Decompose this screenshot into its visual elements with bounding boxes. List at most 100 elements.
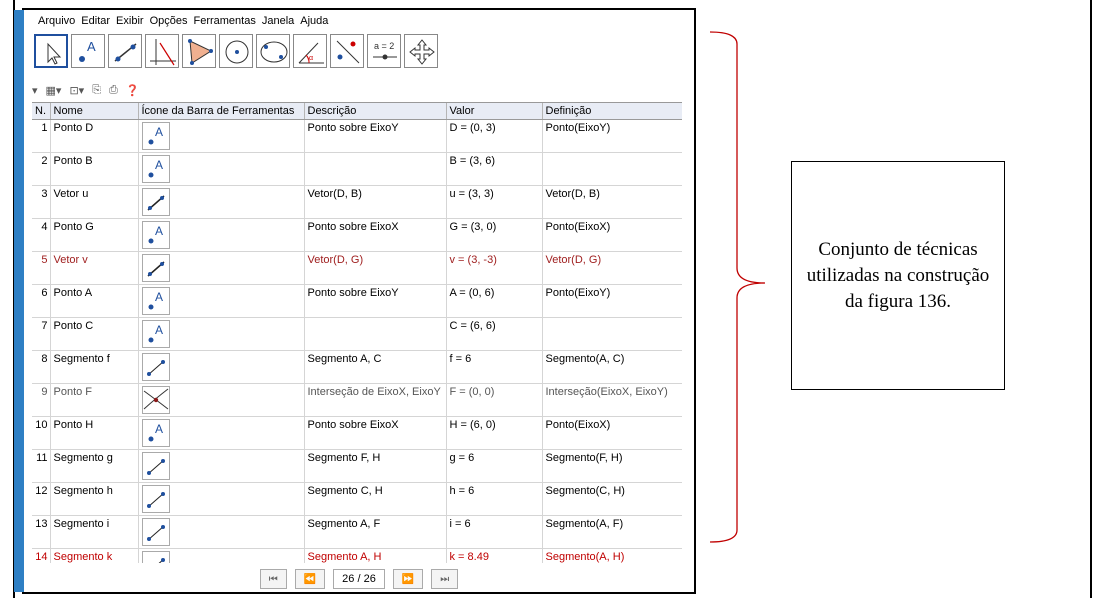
column-header[interactable]: Ícone da Barra de Ferramentas xyxy=(138,103,305,120)
curly-brace xyxy=(709,31,766,543)
row-name: Ponto F xyxy=(50,383,139,417)
row-number: 12 xyxy=(32,482,51,516)
collapse-arrow-icon[interactable]: ▾ xyxy=(32,84,38,97)
row-number: 10 xyxy=(32,416,51,450)
row-name: Ponto H xyxy=(50,416,139,450)
row-tool-icon xyxy=(138,449,305,483)
filter-icon[interactable]: ⊡▾ xyxy=(69,84,84,97)
column-header[interactable]: Valor xyxy=(446,103,543,120)
menu-item-janela[interactable]: Janela xyxy=(262,15,294,27)
row-definition: Ponto(EixoY) xyxy=(542,119,682,153)
menu-item-arquivo[interactable]: Arquivo xyxy=(38,15,75,27)
row-definition: Segmento(A, H) xyxy=(542,548,682,563)
table-row[interactable]: 7 Ponto C A C = (6, 6) xyxy=(32,317,682,351)
step-counter: 26 / 26 xyxy=(333,569,385,589)
table-view-icon[interactable]: ▦▾ xyxy=(46,84,62,97)
move-tool-button[interactable] xyxy=(34,34,68,68)
table-row[interactable]: 9 Ponto F Interseção de EixoX, EixoY F = (0… xyxy=(32,383,682,417)
row-definition xyxy=(542,317,682,351)
reflect-icon xyxy=(336,40,360,64)
slider-tool-button[interactable]: a = 2 xyxy=(367,34,401,68)
row-tool-icon: A xyxy=(138,152,305,186)
line-icon xyxy=(114,43,137,62)
print-icon[interactable]: ⎙ xyxy=(109,84,118,97)
table-row[interactable]: 6 Ponto A A Ponto sobre EixoY A = (0, 6) Pont… xyxy=(32,284,682,318)
conic-tool-button[interactable] xyxy=(256,34,290,68)
svg-text:A: A xyxy=(155,224,163,238)
annotation-box: Conjunto de técnicas utilizadas na const… xyxy=(791,161,1005,390)
row-definition: Segmento(A, F) xyxy=(542,515,682,549)
menu-item-opções[interactable]: Opções xyxy=(150,15,188,27)
table-row[interactable]: 3 Vetor u Vetor(D, B) u = (3, 3) Vetor(D, B) xyxy=(32,185,682,219)
row-tool-icon xyxy=(138,548,305,563)
row-tool-icon xyxy=(138,350,305,384)
move-graphics-tool-button[interactable] xyxy=(404,34,438,68)
reflect-tool-button[interactable] xyxy=(330,34,364,68)
row-tool-icon: A xyxy=(138,317,305,351)
polygon-tool-button[interactable] xyxy=(182,34,216,68)
row-value: B = (3, 6) xyxy=(446,152,543,186)
table-row[interactable]: 10 Ponto H A Ponto sobre EixoX H = (6, 0) Pon… xyxy=(32,416,682,450)
line-tool-button[interactable] xyxy=(108,34,142,68)
row-definition: Vetor(D, G) xyxy=(542,251,682,285)
row-description: Segmento A, C xyxy=(304,350,447,384)
row-value: u = (3, 3) xyxy=(446,185,543,219)
column-header[interactable]: Descrição xyxy=(304,103,447,120)
table-row[interactable]: 4 Ponto G A Ponto sobre EixoX G = (3, 0) Pont… xyxy=(32,218,682,252)
svg-text:A: A xyxy=(155,323,163,337)
row-description: Ponto sobre EixoX xyxy=(304,218,447,252)
row-description: Interseção de EixoX, EixoY xyxy=(304,383,447,417)
table-row[interactable]: 1 Ponto D A Ponto sobre EixoY D = (0, 3) Pont… xyxy=(32,119,682,153)
row-name: Ponto G xyxy=(50,218,139,252)
table-row[interactable]: 11 Segmento g Segmento F, Hg = 6 Segmento(F… xyxy=(32,449,682,483)
move-graphics-icon xyxy=(409,39,435,65)
menu-item-editar[interactable]: Editar xyxy=(81,15,110,27)
vector-icon xyxy=(141,254,170,282)
row-name: Vetor v xyxy=(50,251,139,285)
point-tool-button[interactable]: A xyxy=(71,34,105,68)
segment-icon xyxy=(141,551,170,563)
polygon-icon xyxy=(188,39,213,65)
perpendicular-tool-button[interactable] xyxy=(145,34,179,68)
row-value: h = 6 xyxy=(446,482,543,516)
row-definition: Ponto(EixoX) xyxy=(542,218,682,252)
first-step-button[interactable]: ⏮ xyxy=(259,569,287,589)
row-description: Ponto sobre EixoX xyxy=(304,416,447,450)
row-value: i = 6 xyxy=(446,515,543,549)
menu-item-ajuda[interactable]: Ajuda xyxy=(300,15,328,27)
circle-tool-button[interactable] xyxy=(219,34,253,68)
row-number: 1 xyxy=(32,119,51,153)
row-definition: Interseção(EixoX, EixoY) xyxy=(542,383,682,417)
row-value: g = 6 xyxy=(446,449,543,483)
segment-icon xyxy=(141,518,170,546)
toolbar: Aα a = 2 xyxy=(34,34,441,76)
svg-text:A: A xyxy=(155,125,163,139)
row-definition: Ponto(EixoY) xyxy=(542,284,682,318)
row-name: Ponto A xyxy=(50,284,139,318)
row-value: H = (6, 0) xyxy=(446,416,543,450)
help-icon[interactable]: ❓ xyxy=(126,84,140,97)
angle-tool-button[interactable]: α xyxy=(293,34,327,68)
column-header[interactable]: N. xyxy=(32,103,51,120)
point-icon: A xyxy=(141,221,170,249)
window-side-strip xyxy=(14,10,24,592)
row-definition: Segmento(F, H) xyxy=(542,449,682,483)
circle-icon xyxy=(225,40,249,64)
menu-item-exibir[interactable]: Exibir xyxy=(116,15,144,27)
column-header[interactable]: Nome xyxy=(50,103,139,120)
table-row[interactable]: 13 Segmento i Segmento A, Fi = 6 Segmento(A… xyxy=(32,515,682,549)
row-tool-icon xyxy=(138,515,305,549)
table-row[interactable]: 8 Segmento f Segmento A, Cf = 6 Segmento(A,… xyxy=(32,350,682,384)
row-name: Segmento k xyxy=(50,548,139,563)
table-row[interactable]: 14 Segmento k Segmento A, Hk = 8.49 Segment… xyxy=(32,548,682,563)
table-row[interactable]: 12 Segmento h Segmento C, Hh = 6 Segmento(C… xyxy=(32,482,682,516)
table-row[interactable]: 2 Ponto B A B = (3, 6) xyxy=(32,152,682,186)
next-step-button[interactable]: ⏩ xyxy=(392,569,424,589)
row-tool-icon xyxy=(138,185,305,219)
table-row[interactable]: 5 Vetor v Vetor(D, G) v = (3, -3) Vetor(D, G… xyxy=(32,251,682,285)
last-step-button[interactable]: ⏭ xyxy=(431,569,459,589)
previous-step-button[interactable]: ⏪ xyxy=(294,569,326,589)
column-header[interactable]: Definição xyxy=(542,103,682,120)
menu-item-ferramentas[interactable]: Ferramentas xyxy=(193,15,255,27)
export-icon[interactable]: ⎘ xyxy=(92,84,101,97)
